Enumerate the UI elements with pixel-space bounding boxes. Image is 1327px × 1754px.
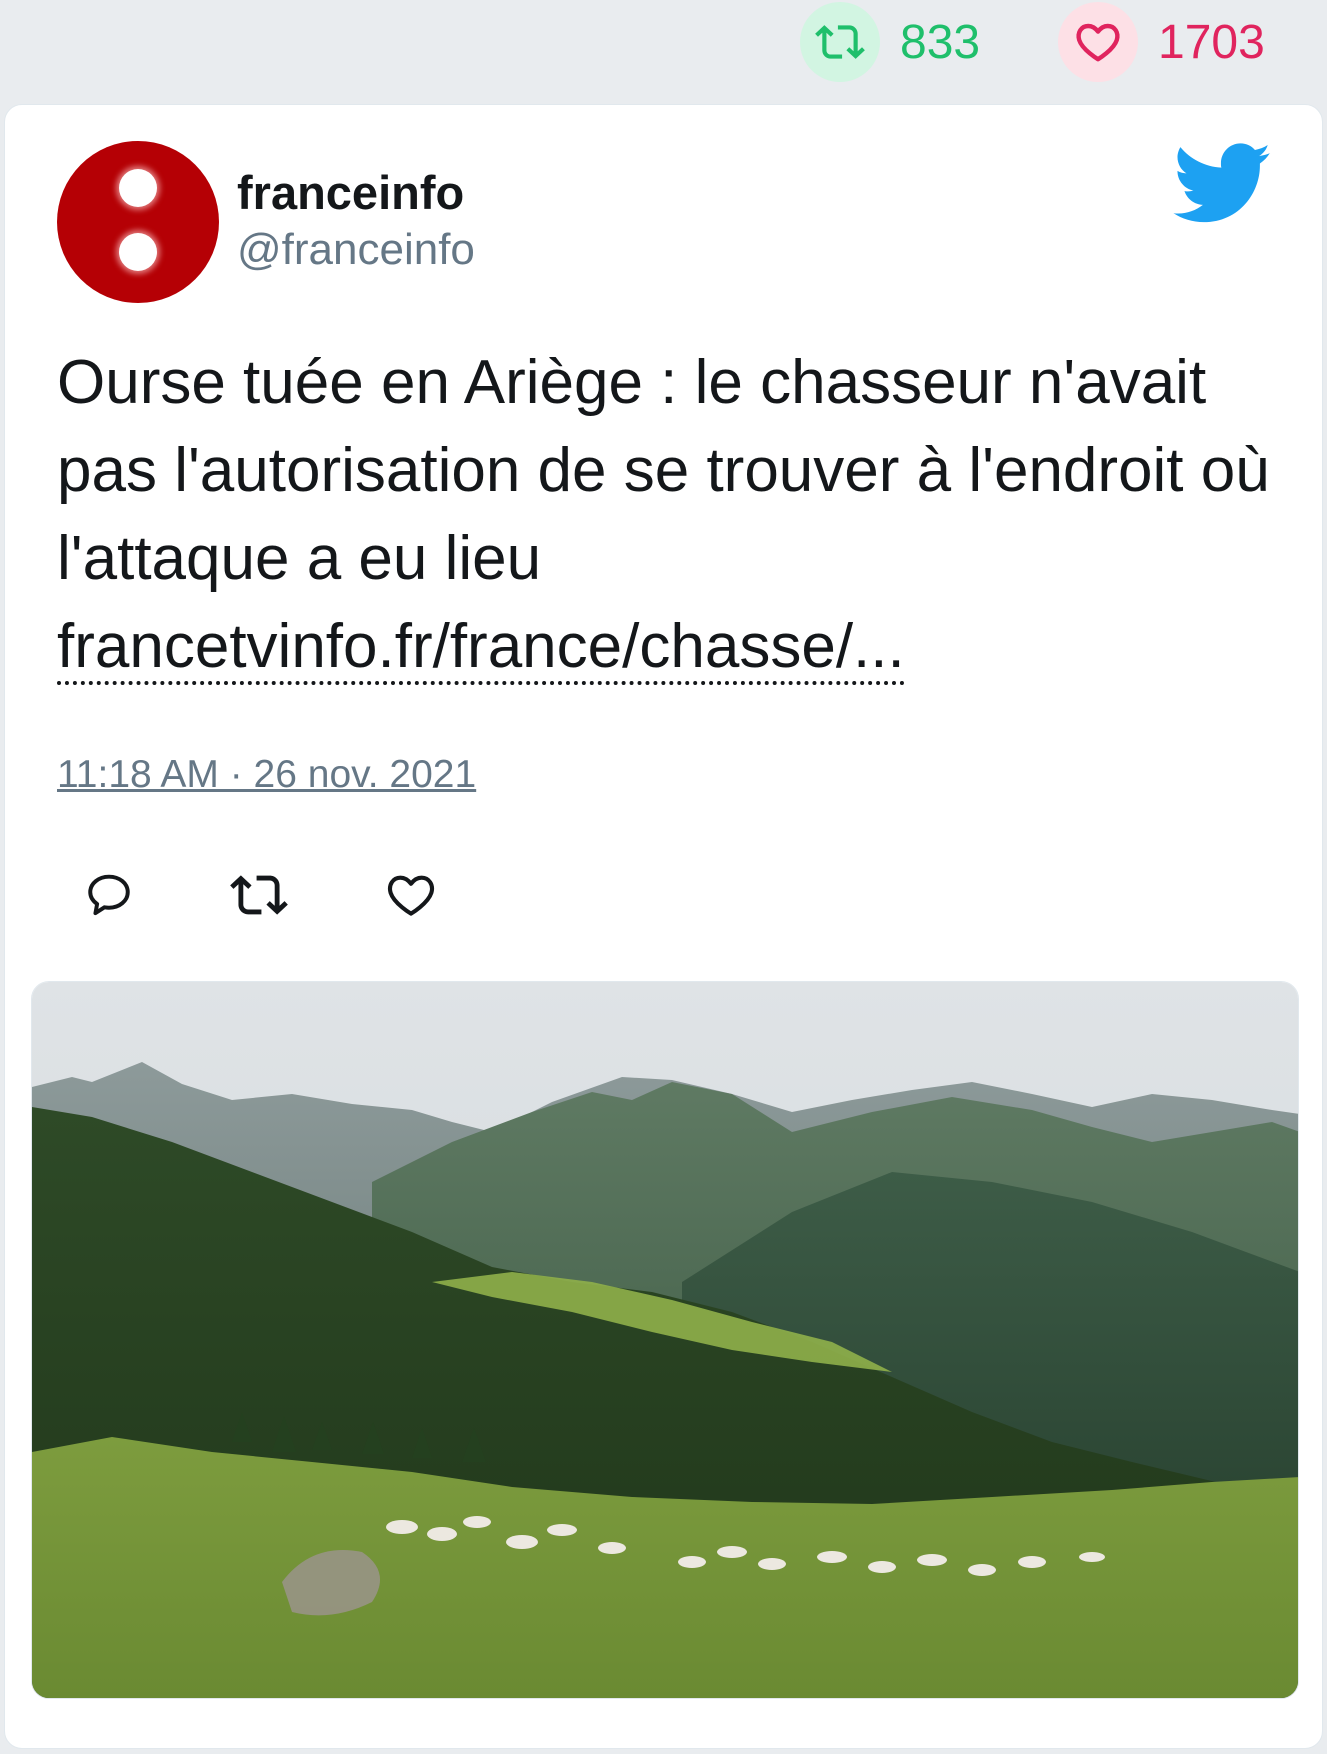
tweet-media-photo[interactable]	[31, 981, 1299, 1699]
retweet-stat[interactable]: 833	[800, 2, 980, 82]
tweet-timestamp[interactable]: 11:18 AM · 26 nov. 2021	[57, 753, 476, 797]
twitter-bird-icon[interactable]	[1173, 143, 1273, 225]
avatar-logo-dot	[119, 169, 157, 207]
avatar[interactable]	[57, 141, 219, 303]
author-handle[interactable]: @franceinfo	[237, 225, 475, 275]
avatar-logo-dot	[119, 233, 157, 271]
tweet-link[interactable]: francetvinfo.fr/france/chasse/...	[57, 612, 905, 685]
heart-icon[interactable]	[1058, 2, 1138, 82]
tweet-actions	[57, 863, 477, 933]
retweet-count: 833	[900, 15, 981, 69]
retweet-icon[interactable]	[227, 863, 291, 927]
tweet-body: Ourse tuée en Ariège : le chasseur n'ava…	[57, 348, 1270, 593]
like-count: 1703	[1158, 15, 1265, 69]
tweet-text: Ourse tuée en Ariège : le chasseur n'ava…	[57, 339, 1277, 691]
like-stat[interactable]: 1703	[1058, 2, 1265, 82]
engagement-stats: 833 1703	[0, 0, 1327, 100]
heart-icon[interactable]	[379, 863, 443, 927]
tweet-card[interactable]: franceinfo @franceinfo Ourse tuée en Ari…	[4, 104, 1323, 1749]
retweet-icon[interactable]	[800, 2, 880, 82]
reply-icon[interactable]	[77, 863, 141, 927]
author-name[interactable]: franceinfo	[237, 165, 464, 220]
